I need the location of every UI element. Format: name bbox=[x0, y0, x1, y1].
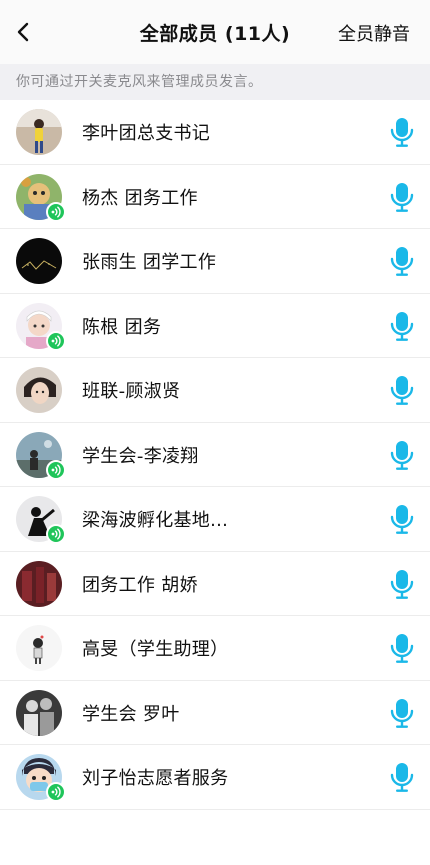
mic-toggle-button[interactable] bbox=[388, 245, 416, 277]
avatar-container bbox=[16, 625, 62, 672]
avatar-container bbox=[16, 109, 62, 156]
member-row[interactable]: 团务工作 胡娇 bbox=[0, 552, 430, 617]
avatar-container bbox=[16, 367, 62, 414]
avatar-container bbox=[16, 689, 62, 736]
nav-header: 全部成员 (11人) 全员静音 bbox=[0, 0, 430, 64]
sound-wave-icon bbox=[51, 786, 61, 798]
mic-toggle-button[interactable] bbox=[388, 632, 416, 664]
avatar-container bbox=[16, 754, 66, 803]
member-list: 李叶团总支书记 杨杰 团务工作 张雨生 团学工作 陈根 团务 班联-顾淑贤 学生… bbox=[0, 100, 430, 810]
avatar bbox=[16, 367, 62, 414]
member-row[interactable]: 张雨生 团学工作 bbox=[0, 229, 430, 294]
avatar-container bbox=[16, 238, 62, 285]
sound-wave-icon bbox=[51, 464, 61, 476]
chevron-left-icon bbox=[17, 22, 29, 42]
member-row[interactable]: 刘子怡志愿者服务 bbox=[0, 745, 430, 810]
avatar-image bbox=[16, 238, 62, 285]
avatar-container bbox=[16, 431, 66, 480]
mic-icon bbox=[390, 247, 414, 277]
mic-toggle-button[interactable] bbox=[388, 181, 416, 213]
sound-wave-icon bbox=[51, 206, 61, 218]
avatar-image bbox=[16, 109, 62, 156]
mic-toggle-button[interactable] bbox=[388, 310, 416, 342]
mic-toggle-button[interactable] bbox=[388, 374, 416, 406]
avatar-image bbox=[16, 689, 62, 736]
member-name: 李叶团总支书记 bbox=[82, 123, 211, 145]
mic-icon bbox=[390, 118, 414, 148]
mic-icon bbox=[390, 182, 414, 212]
member-name: 梁海波孵化基地... bbox=[82, 510, 229, 532]
member-row[interactable]: 班联-顾淑贤 bbox=[0, 358, 430, 423]
member-row[interactable]: 杨杰 团务工作 bbox=[0, 165, 430, 230]
member-name: 高旻（学生助理） bbox=[82, 639, 229, 661]
member-row[interactable]: 学生会-李凌翔 bbox=[0, 423, 430, 488]
mute-all-button[interactable]: 全员静音 bbox=[338, 20, 410, 46]
avatar-container bbox=[16, 173, 66, 222]
mic-icon bbox=[390, 376, 414, 406]
mic-toggle-button[interactable] bbox=[388, 116, 416, 148]
member-name: 刘子怡志愿者服务 bbox=[82, 768, 229, 790]
member-row[interactable]: 梁海波孵化基地... bbox=[0, 487, 430, 552]
member-name: 陈根 团务 bbox=[82, 316, 162, 338]
avatar-container bbox=[16, 496, 66, 545]
avatar-image bbox=[16, 560, 62, 607]
member-name: 学生会-李凌翔 bbox=[82, 445, 199, 467]
mic-toggle-button[interactable] bbox=[388, 761, 416, 793]
mic-toggle-button[interactable] bbox=[388, 697, 416, 729]
mic-icon bbox=[390, 311, 414, 341]
hint-banner: 你可通过开关麦克风来管理成员发言。 bbox=[0, 64, 430, 100]
member-name: 团务工作 胡娇 bbox=[82, 574, 198, 596]
speaking-indicator bbox=[46, 330, 66, 351]
sound-wave-icon bbox=[51, 528, 61, 540]
speaking-indicator bbox=[46, 782, 66, 803]
member-row[interactable]: 高旻（学生助理） bbox=[0, 616, 430, 681]
mic-toggle-button[interactable] bbox=[388, 439, 416, 471]
member-row[interactable]: 学生会 罗叶 bbox=[0, 681, 430, 746]
avatar bbox=[16, 238, 62, 285]
member-name: 张雨生 团学工作 bbox=[82, 252, 217, 274]
speaking-indicator bbox=[46, 524, 66, 545]
sound-wave-icon bbox=[51, 335, 61, 347]
avatar-image bbox=[16, 625, 62, 672]
mic-toggle-button[interactable] bbox=[388, 503, 416, 535]
mic-icon bbox=[390, 634, 414, 664]
member-name: 班联-顾淑贤 bbox=[82, 381, 181, 403]
mic-icon bbox=[390, 569, 414, 599]
mic-toggle-button[interactable] bbox=[388, 568, 416, 600]
mic-icon bbox=[390, 505, 414, 535]
mic-icon bbox=[390, 440, 414, 470]
member-row[interactable]: 陈根 团务 bbox=[0, 294, 430, 359]
avatar bbox=[16, 560, 62, 607]
speaking-indicator bbox=[46, 459, 66, 480]
back-button[interactable] bbox=[10, 18, 38, 46]
mic-icon bbox=[390, 763, 414, 793]
avatar bbox=[16, 109, 62, 156]
mic-icon bbox=[390, 698, 414, 728]
avatar-container bbox=[16, 302, 66, 351]
avatar-image bbox=[16, 367, 62, 414]
page-title: 全部成员 (11人) bbox=[139, 22, 291, 45]
member-row[interactable]: 李叶团总支书记 bbox=[0, 100, 430, 165]
speaking-indicator bbox=[46, 201, 66, 222]
avatar bbox=[16, 689, 62, 736]
member-name: 杨杰 团务工作 bbox=[82, 187, 198, 209]
avatar bbox=[16, 625, 62, 672]
member-name: 学生会 罗叶 bbox=[82, 703, 180, 725]
avatar-container bbox=[16, 560, 62, 607]
